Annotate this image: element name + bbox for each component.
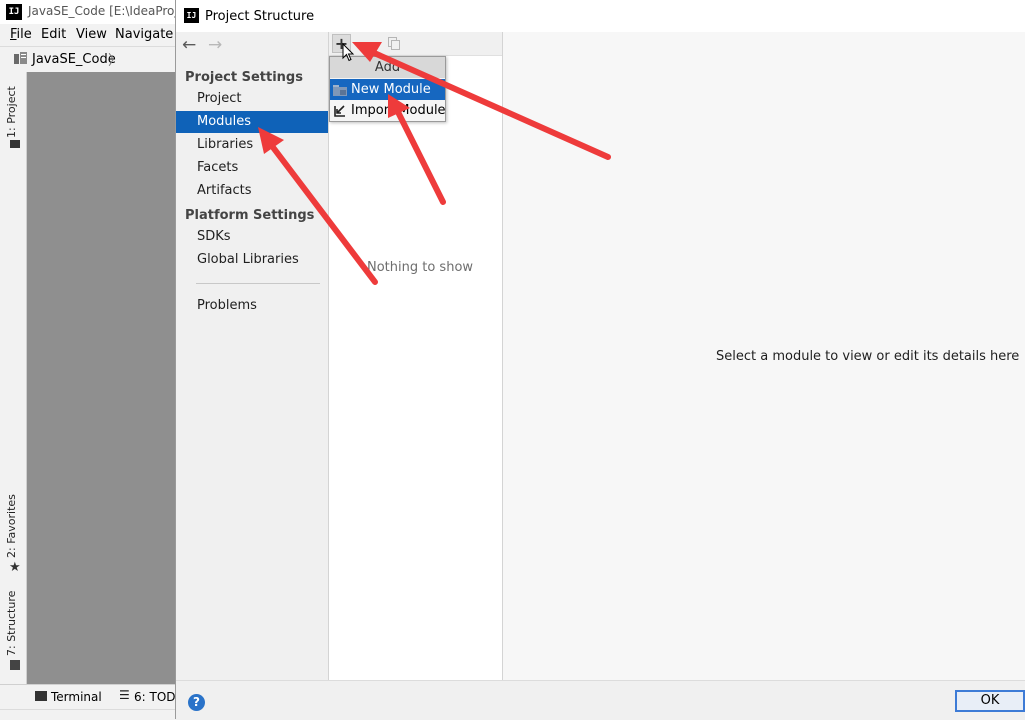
intellij-logo-icon: IJ xyxy=(6,4,22,20)
empty-list-text: Nothing to show xyxy=(367,260,474,275)
mouse-cursor-icon xyxy=(342,43,355,62)
sidebar-item-global-libraries[interactable]: Global Libraries xyxy=(176,249,328,271)
tool-tab-project[interactable]: 1: Project xyxy=(5,82,23,138)
ide-window-title: JavaSE_Code [E:\IdeaProj xyxy=(28,4,178,18)
ok-button[interactable]: OK xyxy=(955,690,1025,712)
forward-arrow-icon[interactable]: → xyxy=(208,36,222,54)
dialog-button-bar xyxy=(176,680,1025,720)
breadcrumb-chevron-icon: 〉 xyxy=(108,53,122,69)
help-button[interactable]: ? xyxy=(188,694,205,711)
sidebar-item-sdks[interactable]: SDKs xyxy=(176,226,328,248)
menu-navigate[interactable]: Navigate xyxy=(115,27,173,42)
folder-icon xyxy=(10,140,20,148)
project-folder-icon xyxy=(14,52,27,64)
todo-list-icon: ☰ xyxy=(119,688,130,702)
sidebar-item-problems[interactable]: Problems xyxy=(176,295,328,317)
dialog-title: Project Structure xyxy=(205,9,315,24)
sidebar-item-modules[interactable]: Modules xyxy=(176,111,328,133)
structure-icon xyxy=(10,660,20,670)
tool-tab-favorites[interactable]: 2: Favorites xyxy=(5,494,23,558)
terminal-icon xyxy=(35,691,47,701)
breadcrumb-project[interactable]: JavaSE_Code xyxy=(32,52,116,67)
module-list-panel xyxy=(329,32,503,680)
copy-icon[interactable] xyxy=(388,37,400,50)
tool-tab-structure[interactable]: 7: Structure xyxy=(5,591,23,656)
intellij-logo-icon: IJ xyxy=(184,8,199,23)
import-arrow-icon xyxy=(334,105,345,117)
details-placeholder-text: Select a module to view or edit its deta… xyxy=(716,349,1020,364)
back-arrow-icon[interactable]: ← xyxy=(182,36,196,54)
star-icon: ★ xyxy=(9,560,21,575)
sidebar-item-facets[interactable]: Facets xyxy=(176,157,328,179)
module-folder-icon xyxy=(333,85,347,96)
editor-area xyxy=(27,72,176,684)
sidebar-item-artifacts[interactable]: Artifacts xyxy=(176,180,328,202)
section-header-platform-settings: Platform Settings xyxy=(185,208,315,223)
sidebar-divider xyxy=(196,283,320,284)
sidebar-item-project[interactable]: Project xyxy=(176,88,328,110)
menu-file-label: ile xyxy=(16,27,32,42)
ide-status-bar xyxy=(0,709,176,720)
sidebar-item-libraries[interactable]: Libraries xyxy=(176,134,328,156)
menu-item-new-module[interactable]: New Module xyxy=(330,79,445,100)
menu-item-import-module[interactable]: Import Module xyxy=(330,100,446,121)
menu-edit[interactable]: Edit xyxy=(41,27,66,42)
menu-view[interactable]: View xyxy=(76,27,107,42)
menu-file[interactable]: File xyxy=(10,27,32,42)
bottom-tab-terminal[interactable]: Terminal xyxy=(51,690,102,704)
section-header-project-settings: Project Settings xyxy=(185,70,303,85)
